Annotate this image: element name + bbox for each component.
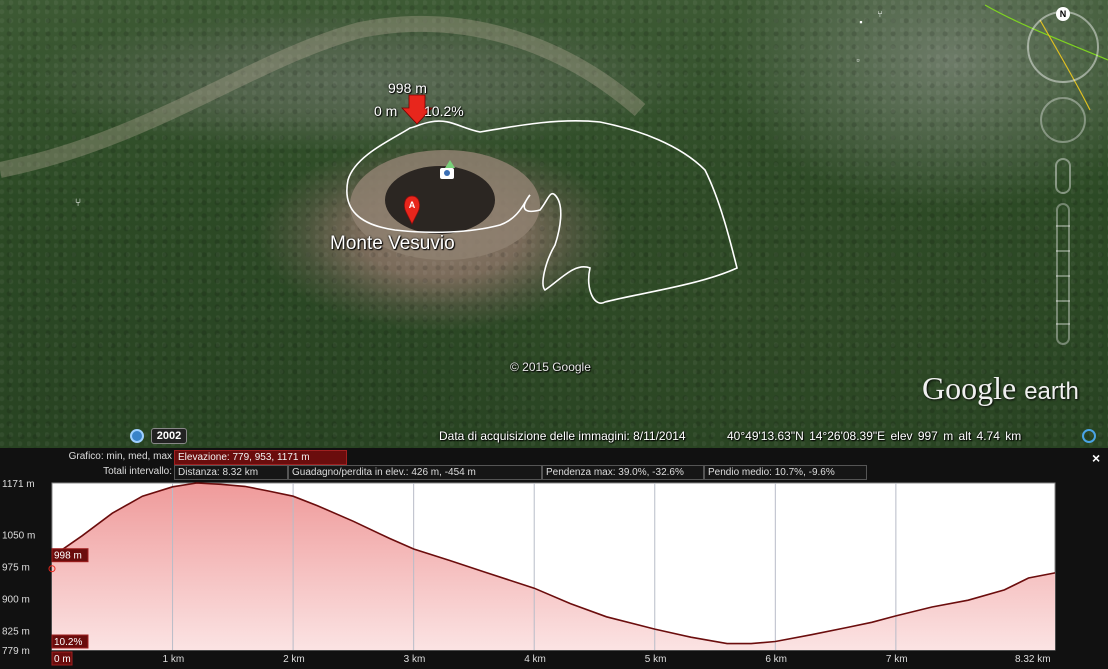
imagery-date-text: Data di acquisizione delle immagini: 8/1…	[439, 429, 686, 443]
x-tick-label: 7 km	[886, 654, 908, 665]
placemark-letter: A	[409, 200, 416, 210]
elevation-profile-panel: × Grafico: min, med, max Elevazione: 779…	[0, 448, 1108, 669]
poi-icon[interactable]: ▫	[852, 54, 864, 66]
x-tick-label: 6 km	[765, 654, 787, 665]
cursor-elevation-tag: 998 m	[54, 551, 82, 562]
historical-imagery-clock-icon[interactable]	[130, 429, 144, 443]
historical-year-button[interactable]: 2002	[151, 428, 187, 444]
logo-google: Google	[922, 370, 1017, 406]
x-tick-label: 8.32 km	[1015, 654, 1051, 665]
camera-icon[interactable]	[440, 168, 454, 179]
y-tick-label: 975 m	[2, 563, 30, 574]
street-view-pegman-icon[interactable]	[1055, 158, 1071, 194]
restaurant-icon-2[interactable]: ⑂	[874, 8, 886, 20]
y-tick-label: 900 m	[2, 594, 30, 605]
x-tick-label: 5 km	[645, 654, 667, 665]
x-tick-label: 3 km	[404, 654, 426, 665]
y-tick-label: 825 m	[2, 626, 30, 637]
restaurant-icon[interactable]: ⑂	[72, 197, 84, 209]
compass-control[interactable]: N	[1027, 7, 1099, 83]
map-view[interactable]: A ⑂ ⑂ ▪ ▫ Monte Vesuvio 998 m 0 m 10.2% …	[0, 0, 1108, 448]
copyright-text: © 2015 Google	[510, 360, 591, 374]
cursor-distance-tag: 0 m	[54, 654, 71, 665]
camera-icon-2[interactable]: ▪	[855, 16, 867, 28]
tent-icon[interactable]	[445, 160, 455, 168]
logo-earth: earth	[1024, 378, 1079, 405]
y-tick-label: 779 m	[2, 646, 30, 657]
look-control[interactable]	[1040, 97, 1086, 143]
y-tick-label: 1050 m	[2, 531, 35, 542]
streaming-globe-icon	[1082, 429, 1096, 443]
zoom-slider[interactable]	[1056, 203, 1070, 345]
cursor-slope-label: 10.2%	[424, 103, 464, 119]
cursor-elevation-label: 998 m	[388, 80, 427, 96]
ridge-shading	[0, 15, 646, 178]
x-tick-label: 2 km	[283, 654, 305, 665]
cursor-slope-tag: 10.2%	[54, 637, 82, 648]
place-label[interactable]: Monte Vesuvio	[330, 233, 455, 255]
status-coordinates: 40°49'13.63"N 14°26'08.39"E elev 997 m a…	[727, 429, 1022, 443]
elevation-chart[interactable]: 1 km 2 km 3 km 4 km 5 km 6 km 7 km 8.32 km 1171 …	[0, 448, 1108, 669]
north-indicator[interactable]: N	[1056, 7, 1070, 21]
cursor-distance-label: 0 m	[374, 103, 398, 119]
x-tick-label: 1 km	[163, 654, 185, 665]
y-tick-label: 1171 m	[2, 479, 35, 490]
google-earth-logo: Google earth	[922, 370, 1079, 407]
x-tick-label: 4 km	[524, 654, 546, 665]
